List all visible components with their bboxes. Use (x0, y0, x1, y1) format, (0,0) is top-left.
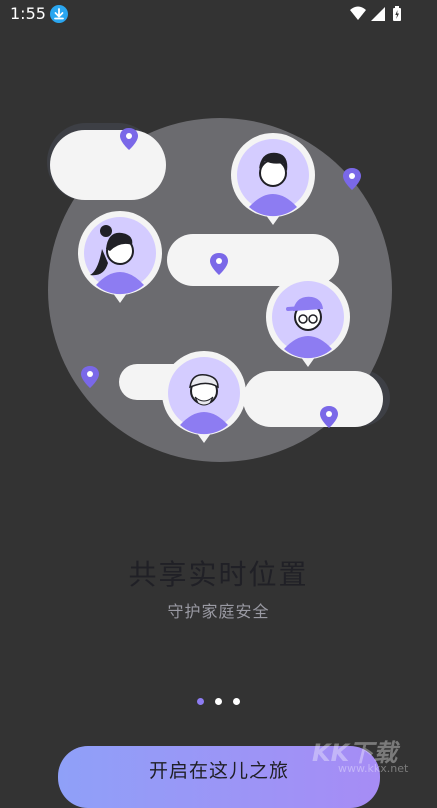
onboarding-subtitle: 守护家庭安全 (167, 602, 270, 621)
location-sharing-illustration (47, 118, 392, 462)
status-bar: 1:55 (0, 0, 437, 30)
cloud-pill (243, 371, 383, 427)
system-status-icons (350, 6, 401, 21)
battery-icon (393, 6, 401, 21)
watermark: KK下载 www.kkx.net (300, 733, 437, 777)
wifi-icon (350, 6, 366, 20)
page-dot (233, 698, 241, 705)
watermark-url: www.kkx.net (338, 762, 409, 775)
page-dot (215, 698, 222, 705)
cloud-pill (50, 130, 166, 200)
status-time: 1:55 (10, 4, 46, 23)
onboarding-title: 共享实时位置 (128, 558, 309, 591)
page-dot-active (196, 698, 204, 705)
signal-icon (371, 7, 385, 21)
download-icon (50, 5, 68, 23)
page-indicator (0, 690, 437, 709)
